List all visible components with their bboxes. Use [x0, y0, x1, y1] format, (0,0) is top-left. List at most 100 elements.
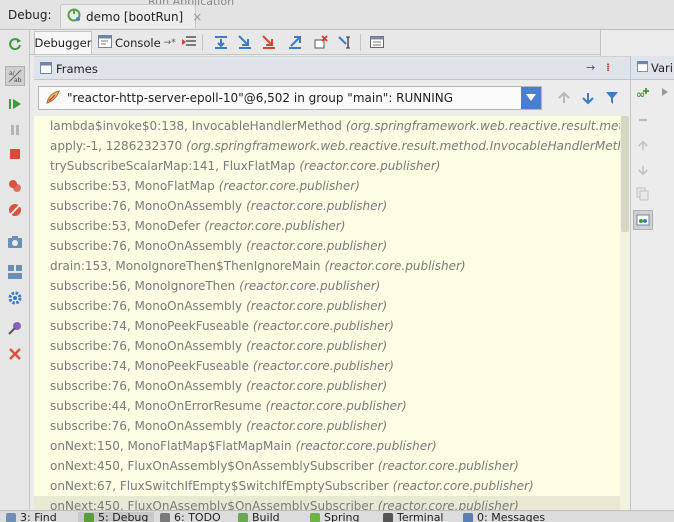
frame-package: (reactor.core.publisher) — [246, 379, 388, 393]
frame-method: subscribe:44, MonoOnErrorResume — [50, 399, 262, 413]
frame-row[interactable]: subscribe:76, MonoOnAssembly (reactor.cor… — [34, 196, 630, 216]
tab-console[interactable]: Console →* — [94, 31, 178, 54]
evaluate-expression-icon[interactable] — [368, 33, 386, 51]
settings-icon[interactable] — [5, 288, 25, 308]
frame-method: subscribe:76, MonoOnAssembly — [50, 379, 243, 393]
tool-window-button[interactable]: 0: Messages — [463, 512, 545, 522]
frame-row[interactable]: subscribe:44, MonoOnErrorResume (reactor.… — [34, 396, 630, 416]
frame-row[interactable]: subscribe:53, MonoDefer (reactor.core.pub… — [34, 216, 630, 236]
frames-scrollbar-thumb[interactable] — [621, 116, 629, 232]
tool-window-label: 5: Debug — [98, 511, 149, 522]
frame-row[interactable]: subscribe:56, MonoIgnoreThen (reactor.cor… — [34, 276, 630, 296]
frame-package: (reactor.core.publisher) — [377, 459, 519, 473]
run-to-cursor-icon[interactable] — [336, 33, 354, 51]
tool-window-icon — [84, 513, 94, 522]
frames-scrollbar[interactable] — [620, 116, 630, 512]
frame-row[interactable]: subscribe:76, MonoOnAssembly (reactor.cor… — [34, 296, 630, 316]
variables-panel-header[interactable]: Vari — [631, 56, 674, 80]
frame-method: onNext:150, MonoFlatMap$FlatMapMain — [50, 439, 292, 453]
pin-panel-icon[interactable]: → — [586, 61, 595, 74]
tool-window-icon — [463, 513, 473, 522]
thread-running-icon — [45, 89, 61, 108]
frame-row[interactable]: subscribe:76, MonoOnAssembly (reactor.cor… — [34, 336, 630, 356]
arrow-down-icon[interactable] — [580, 90, 596, 106]
expand-arrow-icon[interactable] — [661, 86, 669, 100]
frame-package: (reactor.core.publisher) — [246, 239, 388, 253]
remove-watch-icon[interactable] — [633, 110, 653, 130]
frame-method: onNext:67, FluxSwitchIfEmpty$SwitchIfEmp… — [50, 479, 389, 493]
spring-boot-icon — [67, 8, 81, 25]
frame-row[interactable]: onNext:150, MonoFlatMap$FlatMapMain (reac… — [34, 436, 630, 456]
debug-actions-toolbar: a/ab — [0, 30, 30, 510]
view-breakpoints-icon[interactable] — [5, 176, 25, 196]
tool-window-button[interactable]: 6: TODO — [160, 512, 221, 522]
watches-toggle-icon[interactable] — [633, 210, 653, 230]
frame-row[interactable]: lambda$invoke$0:138, InvocableHandlerMet… — [34, 116, 630, 136]
camera-icon[interactable] — [5, 232, 25, 252]
frame-row[interactable]: trySubscribeScalarMap:141, FluxFlatMap (r… — [34, 156, 630, 176]
frame-package: (org.springframework.web.reactive.result… — [345, 119, 630, 133]
restore-layout-icon[interactable]: a/ab — [5, 66, 25, 86]
new-watch-icon[interactable]: ∞ — [633, 84, 653, 104]
variables-panel: Vari ∞ — [630, 56, 674, 512]
layout-icon[interactable] — [5, 262, 25, 282]
arrow-up-icon[interactable] — [556, 90, 572, 106]
frame-row[interactable]: drain:153, MonoIgnoreThen$ThenIgnoreMain… — [34, 256, 630, 276]
tool-window-button[interactable]: 3: Find — [6, 512, 57, 522]
frame-method: subscribe:76, MonoOnAssembly — [50, 339, 243, 353]
filter-icon[interactable] — [604, 90, 620, 106]
step-out-icon[interactable] — [286, 33, 304, 51]
mute-breakpoints-icon[interactable] — [5, 200, 25, 220]
frame-package: (reactor.core.publisher) — [252, 359, 394, 373]
frame-package: (reactor.core.publisher) — [295, 439, 437, 453]
tool-window-button[interactable]: Build — [238, 512, 280, 522]
frame-row[interactable]: subscribe:76, MonoOnAssembly (reactor.cor… — [34, 416, 630, 436]
pause-icon[interactable] — [5, 120, 25, 140]
move-down-icon[interactable] — [633, 160, 653, 180]
tab-console-label: Console — [115, 35, 161, 50]
copy-icon[interactable] — [633, 184, 653, 204]
frame-row[interactable]: onNext:67, FluxSwitchIfEmpty$SwitchIfEmp… — [34, 476, 630, 496]
stop-icon[interactable] — [5, 144, 25, 164]
run-config-tab[interactable]: demo [bootRun] × — [60, 4, 202, 28]
close-icon[interactable] — [5, 344, 25, 364]
tool-window-button[interactable]: Spring — [310, 512, 360, 522]
close-tab-icon[interactable]: × — [192, 10, 202, 24]
rerun-icon[interactable] — [5, 34, 25, 54]
frame-row[interactable]: onNext:450, FluxOnAssembly$OnAssemblySub… — [34, 456, 630, 476]
thread-selector-row: "reactor-http-server-epoll-10"@6,502 in … — [34, 80, 630, 116]
frame-method: lambda$invoke$0:138, InvocableHandlerMet… — [50, 119, 342, 133]
tab-debugger-label: Debugger — [34, 36, 92, 50]
frame-method: subscribe:76, MonoOnAssembly — [50, 239, 243, 253]
resume-icon[interactable] — [5, 94, 25, 114]
frame-method: subscribe:56, MonoIgnoreThen — [50, 279, 236, 293]
tool-window-button[interactable]: 5: Debug — [78, 511, 155, 522]
chevron-down-icon[interactable] — [521, 87, 541, 109]
tool-window-bar: 3: Find 5: Debug 6: TODO Build Spring Termina… — [0, 510, 674, 522]
tool-window-icon — [6, 513, 16, 522]
frame-row[interactable]: subscribe:74, MonoPeekFuseable (reactor.c… — [34, 356, 630, 376]
run-config-title: demo [bootRun] — [86, 9, 184, 24]
drop-frame-icon[interactable] — [312, 33, 330, 51]
pin-icon[interactable] — [5, 318, 25, 338]
frame-row[interactable]: subscribe:76, MonoOnAssembly (reactor.cor… — [34, 236, 630, 256]
tool-window-button[interactable]: Terminal — [383, 512, 444, 522]
frame-row[interactable]: subscribe:53, MonoFlatMap (reactor.core.p… — [34, 176, 630, 196]
frame-method: onNext:450, FluxOnAssembly$OnAssemblySub… — [50, 459, 374, 473]
thread-dropdown[interactable]: "reactor-http-server-epoll-10"@6,502 in … — [38, 86, 542, 110]
frame-row[interactable]: subscribe:76, MonoOnAssembly (reactor.cor… — [34, 376, 630, 396]
frames-list[interactable]: lambda$invoke$0:138, InvocableHandlerMet… — [34, 116, 630, 512]
frame-row[interactable]: subscribe:74, MonoPeekFuseable (reactor.c… — [34, 316, 630, 336]
show-execution-point-icon[interactable] — [180, 33, 198, 51]
force-step-into-icon[interactable] — [260, 33, 278, 51]
frame-method: subscribe:76, MonoOnAssembly — [50, 199, 243, 213]
frame-row[interactable]: apply:-1, 1286232370 (org.springframework… — [34, 136, 630, 156]
move-up-icon[interactable] — [633, 136, 653, 156]
collapse-panel-icon[interactable]: ⁞ — [606, 61, 610, 74]
frame-method: apply:-1, 1286232370 — [50, 139, 183, 153]
tab-debugger[interactable]: Debugger — [34, 31, 92, 54]
tool-window-label: 3: Find — [20, 511, 57, 522]
step-into-icon[interactable] — [236, 33, 254, 51]
tool-window-icon — [310, 513, 320, 522]
step-over-icon[interactable] — [212, 33, 230, 51]
